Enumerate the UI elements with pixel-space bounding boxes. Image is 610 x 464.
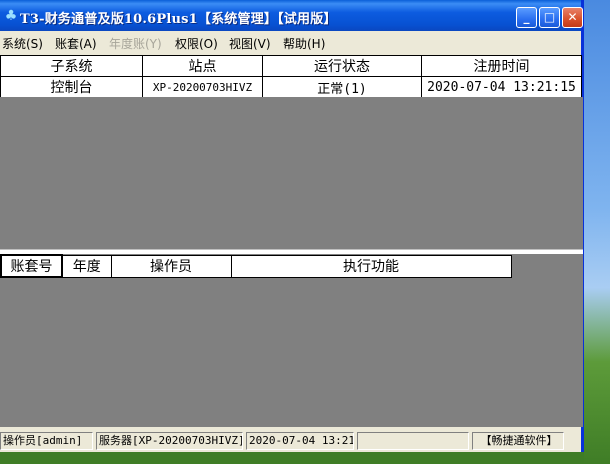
- main-window: ♣ T3-财务通普及版10.6Plus1【系统管理】【试用版】 _ □ ✕ 系统…: [0, 0, 584, 462]
- task-list-area[interactable]: [0, 254, 583, 427]
- column-header-account-no[interactable]: 账套号: [0, 254, 63, 278]
- title-bar[interactable]: ♣ T3-财务通普及版10.6Plus1【系统管理】【试用版】 _ □ ✕: [0, 0, 583, 31]
- menu-system[interactable]: 系统(S): [2, 35, 43, 52]
- task-table-header: 账套号 年度 操作员 执行功能: [0, 254, 512, 278]
- status-empty: [357, 432, 469, 450]
- subsystem-list-area[interactable]: [0, 97, 583, 249]
- menu-permission[interactable]: 权限(O): [175, 35, 218, 52]
- column-header-operator[interactable]: 操作员: [110, 254, 232, 278]
- column-header-site[interactable]: 站点: [142, 55, 263, 77]
- app-icon: ♣: [4, 8, 18, 24]
- task-table: 账套号 年度 操作员 执行功能: [0, 254, 512, 278]
- column-header-register-time[interactable]: 注册时间: [421, 55, 582, 77]
- column-header-subsystem[interactable]: 子系统: [0, 55, 143, 77]
- status-datetime: 2020-07-04 13:21: [246, 432, 354, 450]
- column-header-year[interactable]: 年度: [61, 254, 112, 278]
- menu-help[interactable]: 帮助(H): [283, 35, 325, 52]
- table-row[interactable]: 控制台 XP-20200703HIVZ 正常(1) 2020-07-04 13:…: [0, 76, 582, 98]
- close-button[interactable]: ✕: [562, 7, 583, 28]
- status-brand: 【畅捷通软件】: [472, 432, 564, 450]
- subsystem-table: 子系统 站点 运行状态 注册时间 控制台 XP-20200703HIVZ 正常(…: [0, 55, 582, 98]
- maximize-button[interactable]: □: [539, 7, 560, 28]
- column-header-status[interactable]: 运行状态: [262, 55, 422, 77]
- cell-subsystem[interactable]: 控制台: [0, 76, 143, 98]
- cell-status[interactable]: 正常(1): [262, 76, 422, 98]
- status-operator: 操作员[admin]: [0, 432, 93, 450]
- subsystem-table-header: 子系统 站点 运行状态 注册时间: [0, 55, 582, 77]
- menu-account-set[interactable]: 账套(A): [55, 35, 97, 52]
- desktop-bottom: [0, 452, 584, 464]
- menu-bar: 系统(S) 账套(A) 年度账(Y) 权限(O) 视图(V) 帮助(H): [0, 33, 581, 51]
- menu-view[interactable]: 视图(V): [229, 35, 271, 52]
- minimize-button[interactable]: _: [516, 7, 537, 28]
- window-title: T3-财务通普及版10.6Plus1【系统管理】【试用版】: [20, 12, 337, 27]
- cell-site[interactable]: XP-20200703HIVZ: [142, 76, 263, 98]
- status-server: 服务器[XP-20200703HIVZ]: [96, 432, 243, 450]
- cell-register-time[interactable]: 2020-07-04 13:21:15: [421, 76, 582, 98]
- menu-fiscal-year[interactable]: 年度账(Y): [109, 35, 162, 52]
- status-bar: 操作员[admin] 服务器[XP-20200703HIVZ] 2020-07-…: [0, 430, 581, 452]
- column-header-function[interactable]: 执行功能: [230, 254, 512, 278]
